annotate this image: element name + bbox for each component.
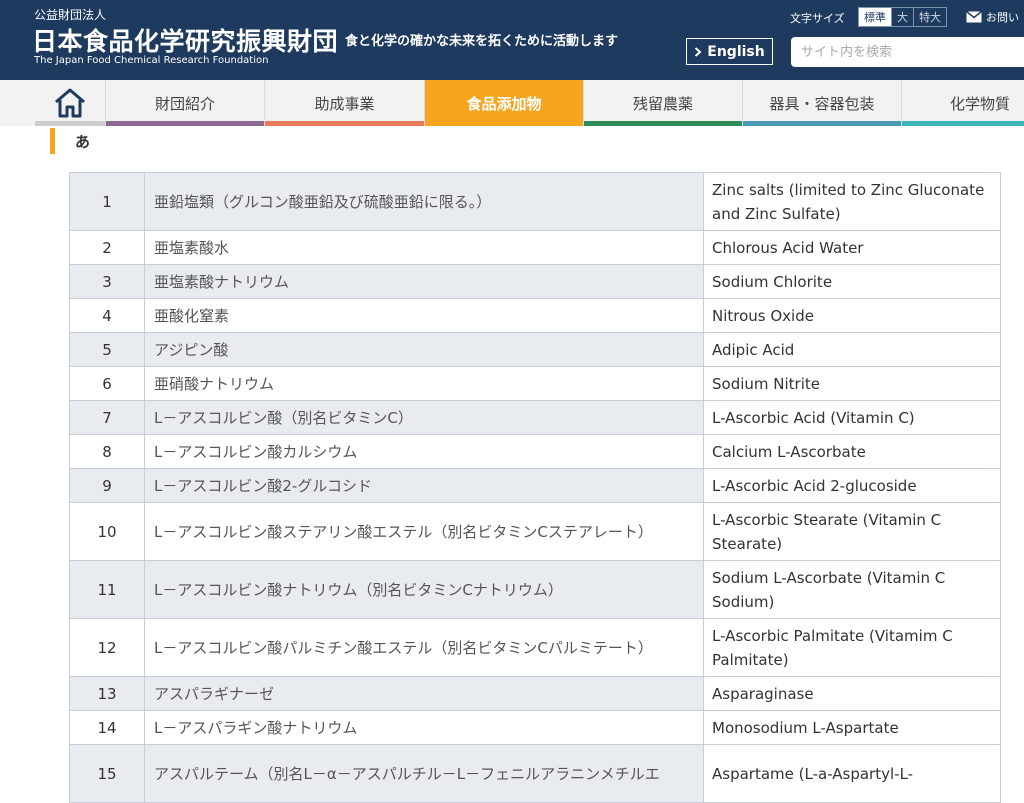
row-number: 8 bbox=[69, 434, 145, 469]
table-row: 12 L－アスコルビン酸パルミチン酸エステル（別名ビタミンCパルミテート） L-As… bbox=[69, 618, 1001, 677]
row-number: 11 bbox=[69, 560, 145, 619]
additive-name-jp: アスパラギナーゼ bbox=[144, 676, 704, 711]
row-number: 6 bbox=[69, 366, 145, 401]
table-row: 14 L－アスパラギン酸ナトリウム Monosodium L-Aspartate bbox=[69, 710, 1001, 745]
additive-name-en: Sodium Chlorite bbox=[703, 264, 1001, 299]
nav-item-pesticide-residues[interactable]: 残留農薬 bbox=[583, 80, 742, 126]
additive-name-jp: 亜硝酸ナトリウム bbox=[144, 366, 704, 401]
table-row: 2 亜塩素酸水 Chlorous Acid Water bbox=[69, 230, 1001, 265]
site-header: 公益財団法人 日本食品化学研究振興財団 The Japan Food Chemi… bbox=[0, 0, 1024, 80]
search-input[interactable] bbox=[791, 37, 1024, 67]
additive-name-en: L-Ascorbic Palmitate (Vitamim C Palmitat… bbox=[703, 618, 1001, 677]
text-size-selector: 標準 大 特大 bbox=[858, 7, 947, 27]
site-logo-title[interactable]: 日本食品化学研究振興財団 bbox=[32, 22, 338, 58]
additive-name-jp: L－アスコルビン酸カルシウム bbox=[144, 434, 704, 469]
table-row: 8 L－アスコルビン酸カルシウム Calcium L-Ascorbate bbox=[69, 434, 1001, 469]
additive-name-jp: アスパルテーム（別名L－α－アスパルチル－L－フェニルアラニンメチルエ bbox=[144, 744, 704, 803]
additive-name-jp: 亜塩素酸水 bbox=[144, 230, 704, 265]
nav-item-label: 化学物質 bbox=[950, 94, 1011, 113]
additive-name-jp: 亜鉛塩類（グルコン酸亜鉛及び硫酸亜鉛に限る。） bbox=[144, 172, 704, 231]
additive-name-en: Adipic Acid bbox=[703, 332, 1001, 367]
table-row: 11 L－アスコルビン酸ナトリウム（別名ビタミンCナトリウム） Sodium L-A… bbox=[69, 560, 1001, 619]
row-number: 10 bbox=[69, 502, 145, 561]
additive-name-jp: L－アスコルビン酸ナトリウム（別名ビタミンCナトリウム） bbox=[144, 560, 704, 619]
additive-name-en: Calcium L-Ascorbate bbox=[703, 434, 1001, 469]
nav-item-label: 食品添加物 bbox=[466, 94, 542, 113]
table-row: 9 L－アスコルビン酸2-グルコシド L-Ascorbic Acid 2-gluco… bbox=[69, 468, 1001, 503]
row-number: 3 bbox=[69, 264, 145, 299]
table-row: 15 アスパルテーム（別名L－α－アスパルチル－L－フェニルアラニンメチルエ Asp… bbox=[69, 744, 1001, 803]
table-row: 6 亜硝酸ナトリウム Sodium Nitrite bbox=[69, 366, 1001, 401]
row-number: 12 bbox=[69, 618, 145, 677]
table-row: 7 L－アスコルビン酸（別名ビタミンC） L-Ascorbic Acid (Vita… bbox=[69, 400, 1001, 435]
chevron-right-icon bbox=[695, 46, 702, 57]
table-row: 13 アスパラギナーゼ Asparaginase bbox=[69, 676, 1001, 711]
nav-item-food-containers[interactable]: 器具・容器包装 bbox=[742, 80, 901, 126]
additive-name-jp: 亜酸化窒素 bbox=[144, 298, 704, 333]
english-button[interactable]: English bbox=[686, 38, 773, 65]
nav-item-label: 助成事業 bbox=[314, 94, 375, 113]
additive-name-en: Sodium L-Ascorbate (Vitamin C Sodium) bbox=[703, 560, 1001, 619]
contact-link[interactable]: お問い bbox=[966, 9, 1019, 25]
additive-name-en: L-Ascorbic Acid 2-glucoside bbox=[703, 468, 1001, 503]
additive-name-en: L-Ascorbic Acid (Vitamin C) bbox=[703, 400, 1001, 435]
additive-name-jp: L－アスコルビン酸2-グルコシド bbox=[144, 468, 704, 503]
additive-name-jp: 亜塩素酸ナトリウム bbox=[144, 264, 704, 299]
nav-home[interactable] bbox=[35, 80, 105, 126]
row-number: 1 bbox=[69, 172, 145, 231]
nav-item-about[interactable]: 財団紹介 bbox=[105, 80, 264, 126]
row-number: 2 bbox=[69, 230, 145, 265]
nav-item-label: 器具・容器包装 bbox=[769, 94, 875, 113]
additive-name-en: Monosodium L-Aspartate bbox=[703, 710, 1001, 745]
contact-label: お問い bbox=[986, 11, 1019, 24]
table-row: 10 L－アスコルビン酸ステアリン酸エステル（別名ビタミンCステアレート） L-As… bbox=[69, 502, 1001, 561]
section-heading: あ bbox=[50, 128, 90, 154]
nav-item-chemicals[interactable]: 化学物質 bbox=[901, 80, 1024, 126]
row-number: 9 bbox=[69, 468, 145, 503]
nav-item-label: 残留農薬 bbox=[632, 94, 693, 113]
row-number: 5 bbox=[69, 332, 145, 367]
table-row: 1 亜鉛塩類（グルコン酸亜鉛及び硫酸亜鉛に限る。） Zinc salts (limi… bbox=[69, 172, 1001, 231]
table-row: 5 アジピン酸 Adipic Acid bbox=[69, 332, 1001, 367]
row-number: 13 bbox=[69, 676, 145, 711]
additive-name-en: Nitrous Oxide bbox=[703, 298, 1001, 333]
home-icon bbox=[55, 88, 85, 118]
nav-item-label: 財団紹介 bbox=[154, 94, 215, 113]
table-row: 4 亜酸化窒素 Nitrous Oxide bbox=[69, 298, 1001, 333]
nav-item-grants[interactable]: 助成事業 bbox=[264, 80, 424, 126]
additive-name-jp: L－アスコルビン酸パルミチン酸エステル（別名ビタミンCパルミテート） bbox=[144, 618, 704, 677]
text-size-normal-button[interactable]: 標準 bbox=[859, 8, 891, 26]
tagline: 食と化学の確かな未来を拓くために活動します bbox=[345, 34, 619, 49]
additive-name-jp: L－アスパラギン酸ナトリウム bbox=[144, 710, 704, 745]
additive-name-jp: アジピン酸 bbox=[144, 332, 704, 367]
site-logo-subtitle: The Japan Food Chemical Research Foundat… bbox=[34, 55, 269, 66]
additive-name-en: Sodium Nitrite bbox=[703, 366, 1001, 401]
row-number: 15 bbox=[69, 744, 145, 803]
additive-name-en: Chlorous Acid Water bbox=[703, 230, 1001, 265]
additive-name-en: Aspartame (L-a-Aspartyl-L- bbox=[703, 744, 1001, 803]
additive-name-en: Zinc salts (limited to Zinc Gluconate an… bbox=[703, 172, 1001, 231]
mail-icon bbox=[966, 11, 982, 23]
org-type: 公益財団法人 bbox=[34, 8, 107, 22]
row-number: 4 bbox=[69, 298, 145, 333]
additives-table: 1 亜鉛塩類（グルコン酸亜鉛及び硫酸亜鉛に限る。） Zinc salts (limi… bbox=[69, 172, 1001, 803]
row-number: 14 bbox=[69, 710, 145, 745]
text-size-large-button[interactable]: 大 bbox=[891, 8, 913, 26]
main-nav: 財団紹介 助成事業 食品添加物 残留農薬 器具・容器包装 化学物質 bbox=[0, 80, 1024, 126]
additive-name-en: Asparaginase bbox=[703, 676, 1001, 711]
english-label: English bbox=[707, 43, 765, 60]
additive-name-jp: L－アスコルビン酸（別名ビタミンC） bbox=[144, 400, 704, 435]
text-size-xlarge-button[interactable]: 特大 bbox=[913, 8, 946, 26]
additive-name-en: L-Ascorbic Stearate (Vitamin C Stearate) bbox=[703, 502, 1001, 561]
text-size-label: 文字サイズ bbox=[790, 12, 845, 25]
nav-item-food-additives[interactable]: 食品添加物 bbox=[424, 80, 583, 126]
row-number: 7 bbox=[69, 400, 145, 435]
additive-name-jp: L－アスコルビン酸ステアリン酸エステル（別名ビタミンCステアレート） bbox=[144, 502, 704, 561]
table-row: 3 亜塩素酸ナトリウム Sodium Chlorite bbox=[69, 264, 1001, 299]
